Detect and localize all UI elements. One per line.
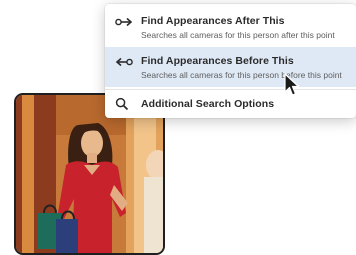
menu-item-title: Additional Search Options: [141, 98, 275, 110]
context-menu: Find Appearances After This Searches all…: [105, 4, 356, 118]
menu-item-title: Find Appearances Before This: [141, 55, 294, 67]
menu-item-subtitle: Searches all cameras for this person bef…: [141, 70, 342, 80]
menu-item-find-after[interactable]: Find Appearances After This Searches all…: [105, 9, 356, 47]
menu-item-subtitle: Searches all cameras for this person aft…: [141, 30, 335, 40]
person-photo: [16, 95, 163, 253]
menu-item-find-before[interactable]: Find Appearances Before This Searches al…: [105, 47, 356, 87]
arrow-right-dot-icon: [115, 15, 133, 27]
mouse-pointer-icon: [284, 73, 300, 96]
search-icon: [115, 97, 129, 111]
menu-item-title: Find Appearances After This: [141, 15, 285, 27]
menu-item-additional-search[interactable]: Additional Search Options: [105, 91, 356, 115]
arrow-left-dot-icon: [115, 55, 133, 67]
menu-divider: [105, 89, 356, 90]
